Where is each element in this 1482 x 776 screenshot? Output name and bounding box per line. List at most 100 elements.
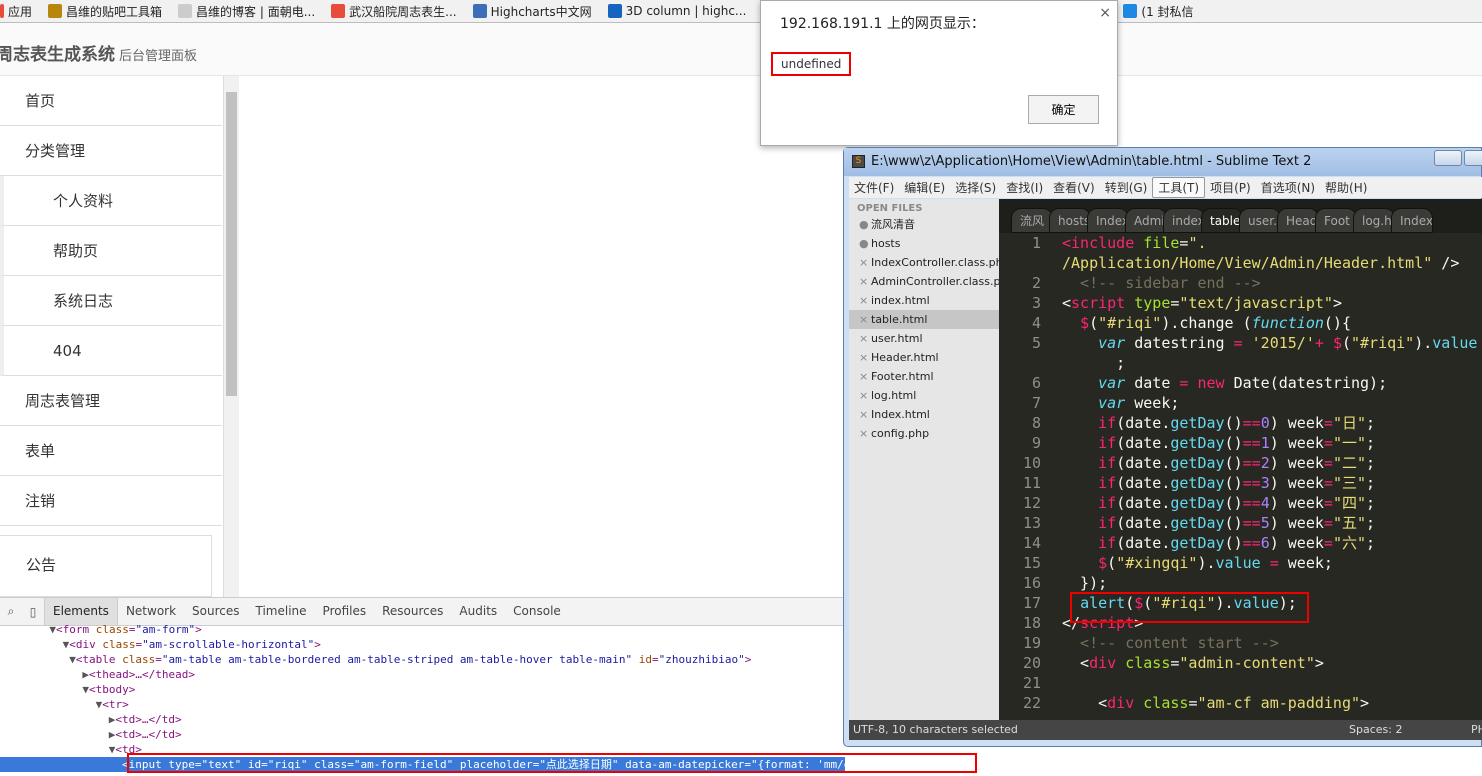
open-file-item[interactable]: × Index.html <box>849 405 999 424</box>
dom-node-line[interactable]: ▶<td>…</td> <box>0 727 845 742</box>
status-indentation[interactable]: Spaces: 2 <box>1349 720 1402 740</box>
bookmark-item[interactable]: (1 封私信 <box>1115 3 1201 20</box>
open-file-item[interactable]: ● 流风清音 <box>849 215 999 234</box>
open-file-item[interactable]: × user.html <box>849 329 999 348</box>
code-token: 5 <box>1260 514 1270 532</box>
dom-token: "zhouzhibiao" <box>658 653 745 666</box>
dom-node-line[interactable]: ▼<table class="am-table am-table-bordere… <box>0 652 845 667</box>
open-file-item[interactable]: × IndexController.class.php <box>849 253 999 272</box>
sidebar-item[interactable]: 注销 <box>0 476 222 526</box>
close-file-icon[interactable]: × <box>859 291 871 310</box>
unsaved-dot-icon[interactable]: ● <box>859 215 871 234</box>
bookmark-item[interactable]: Highcharts中文网 <box>465 3 600 20</box>
close-file-icon[interactable]: × <box>859 329 871 348</box>
maximize-icon[interactable] <box>1464 150 1482 166</box>
devtools-tab[interactable]: Elements <box>44 598 118 625</box>
menu-item[interactable]: 帮助(H) <box>1320 178 1372 197</box>
menu-item[interactable]: 工具(T) <box>1152 177 1206 198</box>
dom-token: > <box>744 653 752 666</box>
code-editor[interactable]: 1 <include file="./Application/Home/View/… <box>999 233 1482 720</box>
code-token: < <box>1062 234 1072 252</box>
sidebar-item[interactable]: 周志表管理 <box>0 376 222 426</box>
bookmark-item[interactable]: 应用 <box>0 3 40 20</box>
menu-item[interactable]: 编辑(E) <box>899 178 950 197</box>
devtools-tab[interactable]: Sources <box>184 598 247 625</box>
devtools-tab[interactable]: Resources <box>374 598 451 625</box>
editor-tab[interactable]: 流风 <box>1011 208 1053 233</box>
bookmark-item[interactable]: 昌维的贴吧工具箱 <box>40 3 170 20</box>
code-token: ; <box>1062 354 1126 372</box>
close-file-icon[interactable]: × <box>859 348 871 367</box>
devtools-tab[interactable]: Network <box>118 598 184 625</box>
close-file-icon[interactable]: × <box>859 367 871 386</box>
sidebar-item[interactable]: 分类管理 <box>0 126 222 176</box>
close-icon[interactable]: × <box>1099 5 1111 21</box>
editor-tab[interactable]: Admi <box>1125 208 1167 233</box>
devtools-tab[interactable]: Audits <box>451 598 505 625</box>
editor-tab[interactable]: log.h <box>1353 208 1395 233</box>
dom-node-line[interactable]: ▶<thead>…</thead> <box>0 667 845 682</box>
line-number: 16 <box>1022 574 1041 592</box>
dom-node-line[interactable]: ▼<form class="am-form"> <box>0 622 845 637</box>
close-file-icon[interactable]: × <box>859 253 871 272</box>
menu-item[interactable]: 查看(V) <box>1048 178 1100 197</box>
editor-tab[interactable]: Index <box>1087 208 1129 233</box>
editor-tab[interactable]: table <box>1201 208 1243 233</box>
sidebar-item[interactable]: 个人资料 <box>0 176 222 226</box>
menu-item[interactable]: 文件(F) <box>849 178 899 197</box>
devtools-tab[interactable]: Console <box>505 598 569 625</box>
devtools-tab[interactable]: Timeline <box>248 598 315 625</box>
status-syntax[interactable]: PH <box>1471 720 1482 740</box>
editor-tab[interactable]: hosts <box>1049 208 1091 233</box>
dom-node-line[interactable]: ▼<tr> <box>0 697 845 712</box>
bookmark-item[interactable]: 昌维的博客 | 面朝电... <box>170 3 323 20</box>
open-file-item[interactable]: × table.html <box>849 310 999 329</box>
device-mode-icon[interactable]: ▯ <box>22 605 44 619</box>
open-file-item[interactable]: × index.html <box>849 291 999 310</box>
sidebar-item[interactable]: 帮助页 <box>0 226 222 276</box>
open-file-item[interactable]: ● hosts <box>849 234 999 253</box>
editor-tab[interactable]: Head <box>1277 208 1319 233</box>
menu-item[interactable]: 查找(I) <box>1001 178 1048 197</box>
dom-node-line[interactable]: ▼<tbody> <box>0 682 845 697</box>
editor-tab[interactable]: index <box>1163 208 1205 233</box>
editor-tab[interactable]: user. <box>1239 208 1281 233</box>
menu-item[interactable]: 项目(P) <box>1205 178 1256 197</box>
close-file-icon[interactable]: × <box>859 272 871 291</box>
editor-tab[interactable]: Foot <box>1315 208 1357 233</box>
code-token: date <box>1125 374 1180 392</box>
unsaved-dot-icon[interactable]: ● <box>859 234 871 253</box>
inspect-icon[interactable]: ⌕ <box>0 604 22 619</box>
open-file-item[interactable]: × config.php <box>849 424 999 443</box>
minimize-icon[interactable] <box>1434 150 1462 166</box>
code-token: var <box>1098 394 1126 412</box>
menu-item[interactable]: 首选项(N) <box>1256 178 1320 197</box>
close-file-icon[interactable]: × <box>859 424 871 443</box>
sidebar-item[interactable]: 404 <box>0 326 222 376</box>
open-file-item[interactable]: ×AdminController.class.php <box>849 272 999 291</box>
dom-node-line[interactable]: ▼<div class="am-scrollable-horizontal"> <box>0 637 845 652</box>
sidebar-item[interactable]: 表单 <box>0 426 222 476</box>
dom-node-line[interactable]: ▶<td>…</td> <box>0 712 845 727</box>
close-file-icon[interactable]: × <box>859 386 871 405</box>
close-file-icon[interactable]: × <box>859 405 871 424</box>
sidebar-item[interactable]: 系统日志 <box>0 276 222 326</box>
scrollbar-thumb[interactable] <box>226 92 237 396</box>
ok-button[interactable]: 确定 <box>1028 95 1099 124</box>
bookmark-item[interactable]: 武汉船院周志表生... <box>323 3 464 20</box>
bookmark-item[interactable]: 3D column | highc... <box>600 4 755 18</box>
open-file-item[interactable]: × Header.html <box>849 348 999 367</box>
bookmark-label: 3D column | highc... <box>625 4 747 18</box>
expand-arrow-icon[interactable]: ▼ <box>69 653 76 666</box>
menu-item[interactable]: 转到(G) <box>1100 178 1153 197</box>
devtools-tab[interactable]: Profiles <box>315 598 375 625</box>
sidebar-item[interactable]: 首页 <box>0 76 222 126</box>
close-file-icon[interactable]: × <box>859 310 871 329</box>
sidebar-scrollbar[interactable] <box>223 76 239 597</box>
menu-item[interactable]: 选择(S) <box>950 178 1001 197</box>
open-file-item[interactable]: × log.html <box>849 386 999 405</box>
open-file-item[interactable]: × Footer.html <box>849 367 999 386</box>
editor-tab[interactable]: Index <box>1391 208 1433 233</box>
